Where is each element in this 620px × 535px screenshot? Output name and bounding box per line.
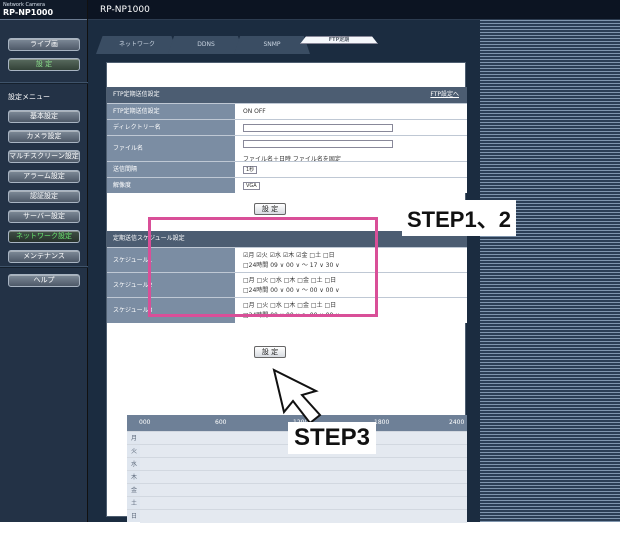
sidebar-item-alarm[interactable]: アラーム設定	[8, 170, 80, 183]
tab-ddns[interactable]: DDNS	[168, 36, 244, 54]
ftp-row-enabled-label: FTP定期送信設定	[107, 104, 235, 119]
schedule-set-button[interactable]: 設 定	[254, 346, 286, 358]
page-title: RP-NP1000	[100, 5, 150, 15]
ftp-section-title: FTP定期送信設定	[113, 91, 160, 98]
sidebar: Network Camera RP-NP1000 ライブ画 設 定 設定メニュー…	[0, 0, 88, 522]
ftp-row-enabled-value[interactable]: ON OFF	[235, 104, 467, 119]
tick-2400: 2400	[449, 419, 465, 426]
directory-label: ディレクトリー名	[107, 120, 235, 135]
ftp-set-button[interactable]: 設 定	[254, 203, 286, 215]
timeline-row-sat: 土	[127, 496, 467, 510]
settings-menu-label: 設定メニュー	[8, 93, 50, 101]
step-3-label: STEP3	[288, 422, 377, 454]
tick-000: 000	[139, 419, 151, 426]
sidebar-divider	[0, 82, 88, 84]
sidebar-divider	[0, 266, 88, 268]
resolution-label: 解像度	[107, 178, 235, 193]
filename-input[interactable]	[243, 139, 393, 148]
interval-label: 送信間隔	[107, 162, 235, 177]
settings-tabs: ネットワーク DDNS SNMP FTP定期	[96, 36, 480, 54]
tick-600: 600	[215, 419, 227, 426]
background-pattern	[480, 20, 620, 522]
settings-button[interactable]: 設 定	[8, 58, 80, 71]
pointer-arrow-icon	[272, 368, 322, 425]
directory-field-wrap	[235, 120, 467, 135]
timeline-row-sun: 日	[127, 509, 467, 523]
sidebar-item-auth[interactable]: 認証設定	[8, 190, 80, 203]
ftp-row-interval: 送信間隔 1秒	[107, 161, 467, 177]
tab-ftp-periodic[interactable]: FTP定期	[300, 36, 378, 44]
tab-network[interactable]: ネットワーク	[96, 36, 178, 54]
tick-1800: 1800	[374, 419, 390, 426]
ftp-row-resolution: 解像度 VGA	[107, 177, 467, 193]
ftp-section-header: FTP定期送信設定 FTP設定へ	[107, 87, 467, 103]
brand: Network Camera RP-NP1000	[0, 0, 87, 20]
interval-field-wrap: 1秒	[235, 162, 467, 177]
sidebar-item-network[interactable]: ネットワーク設定	[8, 230, 80, 243]
ftp-row-filename: ファイル名 ファイル名＋日時 ファイル名を固定	[107, 135, 467, 163]
sidebar-item-camera[interactable]: カメラ設定	[8, 130, 80, 143]
sidebar-item-server[interactable]: サーバー設定	[8, 210, 80, 223]
filename-field-wrap: ファイル名＋日時 ファイル名を固定	[235, 136, 467, 163]
camera-settings-page: Network Camera RP-NP1000 ライブ画 設 定 設定メニュー…	[0, 0, 620, 523]
filename-label: ファイル名	[107, 136, 235, 161]
timeline-row-fri: 金	[127, 483, 467, 497]
tab-snmp[interactable]: SNMP	[234, 36, 310, 54]
ftp-row-enabled: FTP定期送信設定 ON OFF	[107, 103, 467, 119]
schedule-highlight-box	[148, 217, 378, 317]
ftp-settings-link[interactable]: FTP設定へ	[430, 87, 459, 103]
top-bar: RP-NP1000	[88, 0, 620, 20]
brand-model: RP-NP1000	[3, 8, 54, 17]
interval-select[interactable]: 1秒	[243, 165, 258, 174]
resolution-field-wrap: VGA	[235, 178, 467, 193]
sidebar-item-basic[interactable]: 基本設定	[8, 110, 80, 123]
sidebar-item-maintenance[interactable]: メンテナンス	[8, 250, 80, 263]
timeline-row-thu: 木	[127, 470, 467, 484]
timeline-row-wed: 水	[127, 457, 467, 471]
ftp-section: FTP定期送信設定 FTP設定へ	[107, 87, 467, 103]
directory-input[interactable]	[243, 123, 393, 132]
help-button[interactable]: ヘルプ	[8, 274, 80, 287]
ftp-row-directory: ディレクトリー名	[107, 119, 467, 135]
step-1-2-label: STEP1、2	[402, 200, 516, 236]
resolution-select[interactable]: VGA	[243, 181, 260, 190]
timeline-day-label: 日	[131, 513, 138, 520]
timeline-grid	[140, 510, 467, 523]
live-view-button[interactable]: ライブ画	[8, 38, 80, 51]
sidebar-item-multiscreen[interactable]: マルチスクリーン設定	[8, 150, 80, 163]
